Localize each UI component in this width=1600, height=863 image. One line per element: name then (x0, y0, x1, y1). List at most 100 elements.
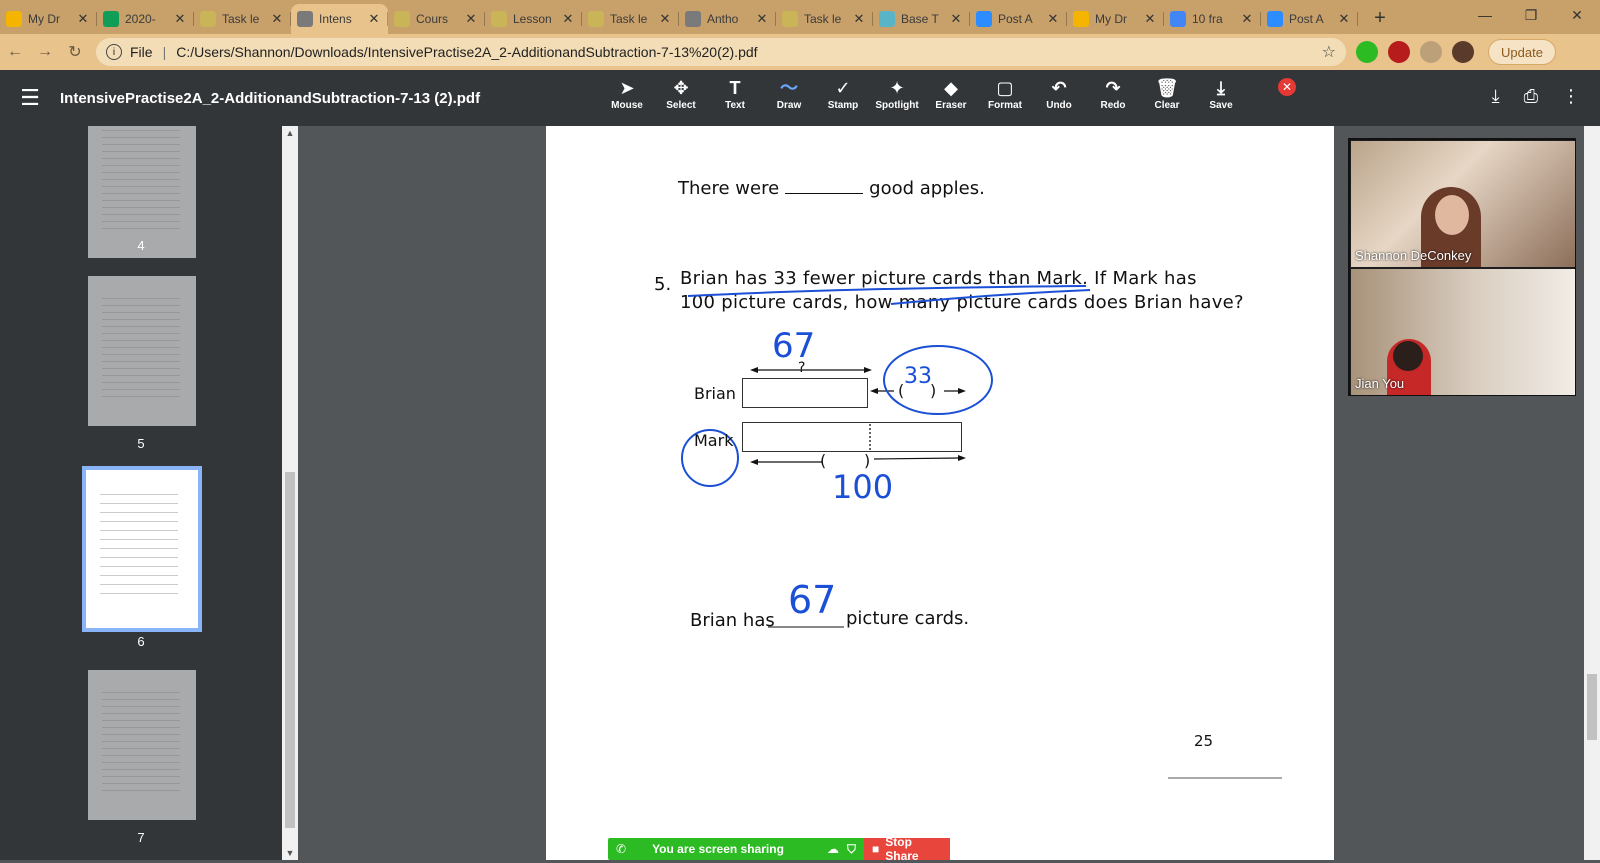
tool-stamp[interactable]: ✓ Stamp (816, 76, 870, 111)
video-tile-jian[interactable]: Jian You (1351, 269, 1575, 395)
profile-avatar[interactable] (1452, 41, 1474, 63)
reload-icon[interactable]: ↻ (60, 37, 90, 67)
menu-icon[interactable]: ☰ (0, 85, 60, 111)
tool-eraser[interactable]: ◆ Eraser (924, 76, 978, 111)
tab-close-icon[interactable]: ✕ (754, 11, 770, 27)
url-field[interactable]: i File | C:/Users/Shannon/Downloads/Inte… (96, 38, 1346, 66)
tab-close-icon[interactable]: ✕ (463, 11, 479, 27)
tab-close-icon[interactable]: ✕ (172, 11, 188, 27)
tab-close-icon[interactable]: ✕ (948, 11, 964, 27)
browser-tab[interactable]: Lesson ✕ (485, 4, 582, 34)
close-annotation-icon[interactable]: ✕ (1278, 78, 1296, 96)
browser-tab[interactable]: 2020- ✕ (97, 4, 194, 34)
tool-select[interactable]: ✥ Select (654, 76, 708, 111)
video-panel: Shannon DeConkey Jian You (1348, 138, 1576, 396)
scroll-up-icon[interactable]: ▲ (282, 128, 298, 138)
tool-text[interactable]: T Text (708, 76, 762, 111)
tool-mouse[interactable]: ➤ Mouse (600, 76, 654, 111)
browser-tab[interactable]: My Dr ✕ (0, 4, 97, 34)
tab-close-icon[interactable]: ✕ (1336, 11, 1352, 27)
google-sheets-icon (103, 11, 119, 27)
page-scrollbar[interactable] (1584, 126, 1600, 860)
shield-icon[interactable]: ⛉ (847, 842, 856, 857)
video-tile-shannon[interactable]: Shannon DeConkey (1351, 141, 1575, 267)
download-icon[interactable]: ⤓ (1492, 86, 1500, 107)
browser-tab[interactable]: Task le ✕ (194, 4, 291, 34)
restore-icon[interactable]: ❐ (1508, 0, 1554, 30)
thumbnail-page-number: 4 (137, 238, 145, 253)
tab-title: Intens (319, 12, 352, 26)
browser-tab[interactable]: Antho ✕ (679, 4, 776, 34)
extension-puzzle-icon[interactable] (1420, 41, 1442, 63)
thumbnail-preview (102, 126, 180, 234)
tool-undo[interactable]: ↶ Undo (1032, 76, 1086, 111)
ink-circle-difference (883, 345, 993, 415)
thumbnail-preview (100, 486, 178, 596)
tab-close-icon[interactable]: ✕ (269, 11, 285, 27)
update-button[interactable]: Update (1488, 39, 1556, 65)
tool-label: Undo (1046, 100, 1072, 111)
sidebar-scrollbar[interactable]: ▲ ▼ (282, 126, 298, 860)
trash-icon: 🗑 (1155, 78, 1179, 98)
tab-close-icon[interactable]: ✕ (1239, 11, 1255, 27)
thumbnail-page-number: 5 (137, 436, 145, 451)
browser-tab[interactable]: Task le ✕ (582, 4, 679, 34)
tab-close-icon[interactable]: ✕ (851, 11, 867, 27)
tab-close-icon[interactable]: ✕ (1045, 11, 1061, 27)
tab-title: Task le (610, 12, 648, 26)
tab-title: Post A (1289, 12, 1324, 26)
browser-tab[interactable]: Post A ✕ (970, 4, 1067, 34)
browser-tab-bar: My Dr ✕ 2020- ✕ Task le ✕ Intens ✕ Cours ✕ Lesson ✕… (0, 0, 1600, 34)
print-icon[interactable]: ⎙ (1524, 86, 1538, 107)
tool-redo[interactable]: ↷ Redo (1086, 76, 1140, 111)
back-icon[interactable]: ← (0, 37, 30, 67)
tab-close-icon[interactable]: ✕ (1142, 11, 1158, 27)
classroom-icon (394, 11, 410, 27)
browser-tab[interactable]: Cours ✕ (388, 4, 485, 34)
page-thumbnail[interactable] (88, 276, 196, 426)
classroom-icon (491, 11, 507, 27)
google-drive-icon (1073, 11, 1089, 27)
forward-icon[interactable]: → (30, 37, 60, 67)
tool-save[interactable]: ⤓ Save (1194, 76, 1248, 111)
close-window-icon[interactable]: ✕ (1554, 0, 1600, 30)
page-thumbnail[interactable] (88, 670, 196, 820)
tool-draw[interactable]: 〜 Draw (762, 76, 816, 111)
tab-close-icon[interactable]: ✕ (75, 11, 91, 27)
bookmark-star-icon[interactable]: ☆ (1322, 42, 1336, 62)
extension-green-icon[interactable] (1356, 41, 1378, 63)
page-scroll-thumb[interactable] (1587, 674, 1597, 740)
tab-title: Base T (901, 12, 939, 26)
share-status[interactable]: ✆ You are screen sharing ☁ ⛉ (608, 838, 864, 860)
browser-tab[interactable]: Post A ✕ (1261, 4, 1358, 34)
tab-close-icon[interactable]: ✕ (560, 11, 576, 27)
stop-share-button[interactable]: ■ Stop Share (864, 835, 950, 863)
tool-clear[interactable]: 🗑 Clear (1140, 76, 1194, 111)
minimize-icon[interactable]: — (1462, 0, 1508, 30)
info-icon[interactable]: i (106, 44, 122, 60)
tool-label: Spotlight (875, 100, 919, 111)
thumbnail-sidebar: 4 5 6 7 (0, 126, 282, 860)
tool-label: Mouse (611, 100, 643, 111)
extension-ublock-icon[interactable] (1388, 41, 1410, 63)
new-tab-icon[interactable]: + (1366, 4, 1394, 32)
tool-label: Stamp (827, 100, 859, 111)
tab-close-icon[interactable]: ✕ (657, 11, 673, 27)
page-thumbnail[interactable] (82, 466, 202, 632)
tool-format[interactable]: ▢ Format (978, 76, 1032, 111)
browser-tab[interactable]: 10 fra ✕ (1164, 4, 1261, 34)
browser-tab[interactable]: Intens ✕ (291, 4, 388, 34)
sidebar-scroll-thumb[interactable] (285, 472, 295, 828)
tab-close-icon[interactable]: ✕ (366, 11, 382, 27)
annotate-icon[interactable]: ☁ (827, 842, 839, 856)
thumbnail-page-number: 6 (137, 634, 145, 649)
more-vert-icon[interactable]: ⋮ (1562, 86, 1580, 107)
tab-title: Lesson (513, 12, 552, 26)
browser-tab[interactable]: Base T ✕ (873, 4, 970, 34)
url-text: C:/Users/Shannon/Downloads/IntensivePrac… (176, 44, 758, 60)
brian-bar (742, 378, 868, 408)
browser-tab[interactable]: My Dr ✕ (1067, 4, 1164, 34)
browser-tab[interactable]: Task le ✕ (776, 4, 873, 34)
scroll-down-icon[interactable]: ▼ (282, 848, 298, 858)
tool-spotlight[interactable]: ✦ Spotlight (870, 76, 924, 111)
